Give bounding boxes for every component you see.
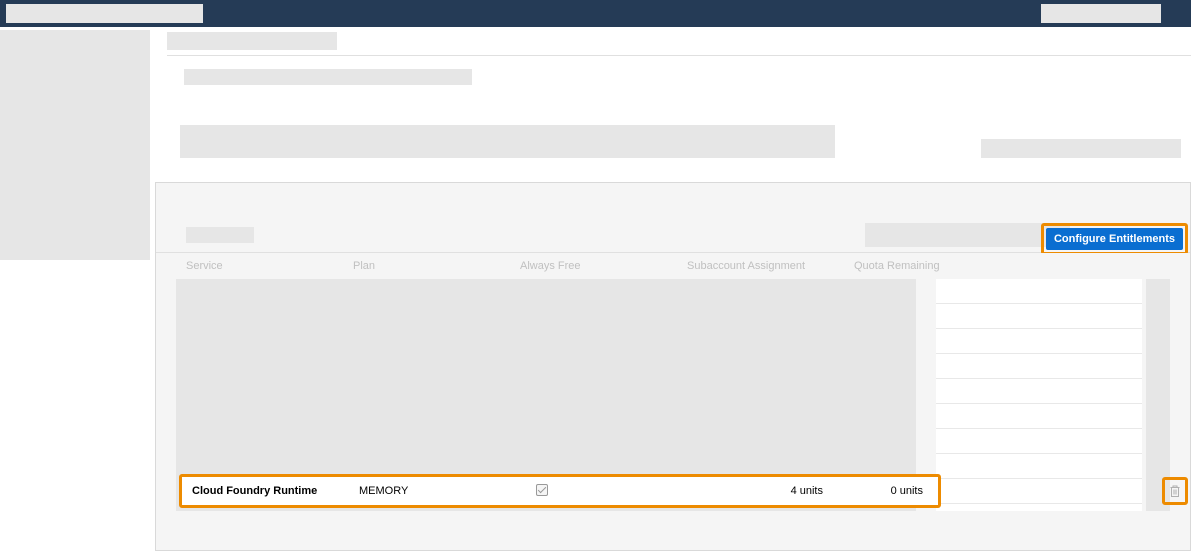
row-assignment: 4 units (693, 485, 848, 497)
sidebar[interactable] (0, 30, 150, 260)
topbar-user-placeholder (1041, 4, 1161, 23)
row-remaining: 0 units (848, 485, 923, 497)
trash-icon[interactable] (1169, 484, 1181, 498)
table-area: Service Plan Always Free Subaccount Assi… (156, 253, 1190, 511)
panel-tab-placeholder[interactable] (186, 227, 254, 243)
page-title-placeholder (184, 69, 472, 85)
main-area: Configure Entitlements Service Plan Alwa… (0, 27, 1191, 551)
col-header-assignment: Subaccount Assignment (687, 260, 854, 272)
delete-button-highlight (1162, 477, 1188, 505)
col-header-remaining: Quota Remaining (854, 260, 1021, 272)
col-header-always-free: Always Free (520, 260, 687, 272)
row-service-name: Cloud Foundry Runtime (192, 485, 359, 497)
cf-runtime-row[interactable]: Cloud Foundry Runtime MEMORY 4 units 0 u… (179, 474, 941, 508)
configure-entitlements-highlight: Configure Entitlements (1041, 223, 1188, 255)
action-placeholder (981, 139, 1181, 158)
panel-search-placeholder[interactable] (865, 223, 1070, 247)
col-header-plan: Plan (353, 260, 520, 272)
row-plan: MEMORY (359, 485, 526, 497)
table-column-headers: Service Plan Always Free Subaccount Assi… (156, 253, 1190, 279)
panel-header: Configure Entitlements (156, 183, 1190, 253)
col-header-service: Service (186, 260, 353, 272)
always-free-checkbox[interactable] (536, 484, 548, 496)
divider (167, 55, 1191, 56)
cf-runtime-row-wrap: Cloud Foundry Runtime MEMORY 4 units 0 u… (161, 471, 1190, 511)
configure-entitlements-button[interactable]: Configure Entitlements (1046, 228, 1183, 250)
content: Configure Entitlements Service Plan Alwa… (150, 27, 1191, 551)
breadcrumb-placeholder (167, 32, 337, 50)
subheader-wrap (162, 125, 1191, 158)
top-navbar (0, 0, 1191, 27)
row-always-free (526, 484, 693, 499)
description-placeholder (180, 125, 835, 158)
entitlements-panel: Configure Entitlements Service Plan Alwa… (155, 182, 1191, 551)
topbar-logo-placeholder (6, 4, 203, 23)
